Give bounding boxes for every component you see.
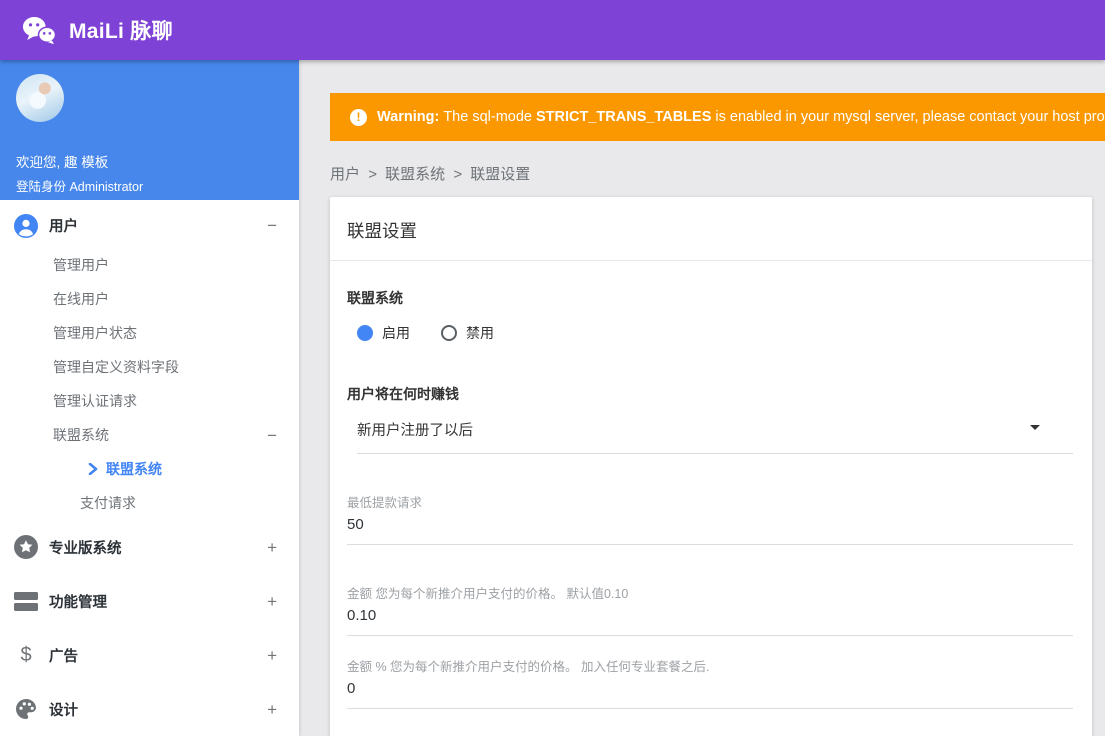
bars-icon — [14, 589, 38, 613]
min-withdrawal-input[interactable]: 50 — [347, 516, 1073, 545]
sidebar-item-label: 广告 — [49, 648, 78, 665]
sidebar-item-label: 支付请求 — [80, 495, 136, 511]
affiliate-settings-card: 联盟设置 联盟系统 启用 禁用 用户将在何时赚钱 新用户注册了以后 最低提款请求… — [330, 197, 1092, 736]
wechat-logo-icon — [22, 16, 56, 45]
sidebar-item-label: 管理自定义资料字段 — [53, 359, 179, 375]
sidebar-item-label: 专业版系统 — [49, 540, 122, 557]
sidebar-item-feature-manage[interactable]: 功能管理 + — [0, 574, 299, 628]
breadcrumb-item-affiliate-settings: 联盟设置 — [470, 166, 531, 183]
min-withdrawal-field: 最低提款请求 50 — [347, 492, 1073, 545]
earn-timing-value: 新用户注册了以后 — [357, 423, 473, 439]
referral-amount-input[interactable]: 0.10 — [347, 607, 1073, 636]
expand-icon[interactable]: + — [267, 593, 277, 610]
breadcrumb-item-users[interactable]: 用户 — [330, 166, 360, 183]
sidebar-item-label: 管理用户 — [53, 257, 109, 273]
expand-icon[interactable]: + — [267, 647, 277, 664]
min-withdrawal-label: 最低提款请求 — [347, 496, 423, 510]
profile-panel: 欢迎您, 趣 模板 登陆身份 Administrator — [0, 60, 299, 200]
referral-percent-label: 金额 % 您为每个新推介用户支付的价格。 加入任何专业套餐之后. — [347, 660, 710, 674]
collapse-icon[interactable]: − — [267, 427, 277, 444]
sidebar-item-label: 在线用户 — [53, 291, 109, 307]
warning-label: Warning: — [377, 109, 440, 125]
warning-text: is enabled in your mysql server, please … — [715, 109, 1105, 125]
breadcrumb-separator: > — [368, 166, 377, 183]
sidebar-item-label: 设计 — [49, 702, 78, 719]
earn-timing-label: 用户将在何时赚钱 — [347, 386, 459, 402]
sidebar-item-manage-users[interactable]: 管理用户 — [0, 248, 299, 282]
breadcrumb-item-affiliate-system[interactable]: 联盟系统 — [385, 166, 445, 183]
warning-highlight: STRICT_TRANS_TABLES — [536, 109, 712, 125]
collapse-icon[interactable]: − — [267, 217, 277, 234]
sidebar-item-label: 用户 — [49, 219, 78, 235]
top-app-bar: MaiLi 脉聊 — [0, 0, 1105, 60]
radio-unselected-icon[interactable] — [441, 325, 457, 341]
sidebar-item-online-users[interactable]: 在线用户 — [0, 282, 299, 316]
sidebar-item-label: 联盟系统 — [53, 427, 109, 443]
referral-percent-input[interactable]: 0 — [347, 680, 1073, 709]
sidebar-item-payment-requests[interactable]: 支付请求 — [0, 486, 299, 520]
radio-option-disable[interactable]: 禁用 — [441, 323, 494, 343]
sidebar-item-ads[interactable]: $ 广告 + — [0, 628, 299, 682]
radio-option-enable[interactable]: 启用 — [357, 323, 410, 343]
sidebar-item-manage-user-status[interactable]: 管理用户状态 — [0, 316, 299, 350]
sidebar-item-affiliate-system[interactable]: 联盟系统 − — [0, 418, 299, 452]
expand-icon[interactable]: + — [267, 701, 277, 718]
login-role-text: 登陆身份 Administrator — [16, 180, 144, 194]
earn-timing-select[interactable]: 新用户注册了以后 — [357, 419, 1073, 454]
star-icon — [14, 535, 38, 559]
card-title: 联盟设置 — [330, 197, 1092, 261]
main-content: ! Warning: The sql-mode STRICT_TRANS_TAB… — [299, 60, 1105, 736]
sidebar-item-affiliate-system-active[interactable]: 联盟系统 — [0, 452, 299, 486]
dollar-icon: $ — [20, 643, 32, 666]
referral-amount-label: 金额 您为每个新推介用户支付的价格。 默认值0.10 — [347, 587, 629, 601]
referral-amount-field: 金额 您为每个新推介用户支付的价格。 默认值0.10 0.10 — [347, 583, 1073, 636]
sidebar-menu: 用户 − 管理用户 在线用户 管理用户状态 管理自定义资料字段 管理认证请求 联… — [0, 200, 299, 736]
warning-icon: ! — [350, 108, 367, 126]
warning-text: The sql-mode — [443, 109, 532, 125]
referral-percent-field: 金额 % 您为每个新推介用户支付的价格。 加入任何专业套餐之后. 0 — [347, 656, 1073, 709]
avatar — [16, 74, 64, 122]
palette-icon — [14, 697, 38, 721]
sidebar-item-label: 联盟系统 — [106, 461, 162, 477]
radio-selected-icon[interactable] — [357, 325, 373, 341]
user-icon — [14, 213, 38, 238]
radio-label: 启用 — [382, 325, 410, 341]
app-title: MaiLi 脉聊 — [69, 20, 173, 43]
sidebar-item-users[interactable]: 用户 − — [0, 203, 299, 248]
breadcrumb-separator: > — [453, 166, 463, 183]
sidebar-item-label: 功能管理 — [49, 594, 107, 611]
sidebar-item-manage-verify-requests[interactable]: 管理认证请求 — [0, 384, 299, 418]
warning-banner: ! Warning: The sql-mode STRICT_TRANS_TAB… — [330, 93, 1105, 141]
sidebar-item-manage-custom-fields[interactable]: 管理自定义资料字段 — [0, 350, 299, 384]
sidebar-item-design[interactable]: 设计 + — [0, 682, 299, 736]
welcome-text: 欢迎您, 趣 模板 — [16, 155, 109, 170]
sidebar: 欢迎您, 趣 模板 登陆身份 Administrator 用户 − 管理用户 在… — [0, 60, 299, 736]
breadcrumb: 用户 > 联盟系统 > 联盟设置 — [330, 163, 1105, 184]
dropdown-caret-icon — [1030, 425, 1040, 430]
affiliate-system-label: 联盟系统 — [347, 290, 403, 306]
affiliate-system-radio-group: 启用 禁用 — [357, 323, 1073, 343]
sidebar-item-pro-system[interactable]: 专业版系统 + — [0, 520, 299, 574]
expand-icon[interactable]: + — [267, 539, 277, 556]
chevron-right-icon — [88, 463, 98, 475]
radio-label: 禁用 — [466, 325, 494, 341]
sidebar-item-label: 管理认证请求 — [53, 393, 137, 409]
sidebar-item-label: 管理用户状态 — [53, 325, 137, 341]
